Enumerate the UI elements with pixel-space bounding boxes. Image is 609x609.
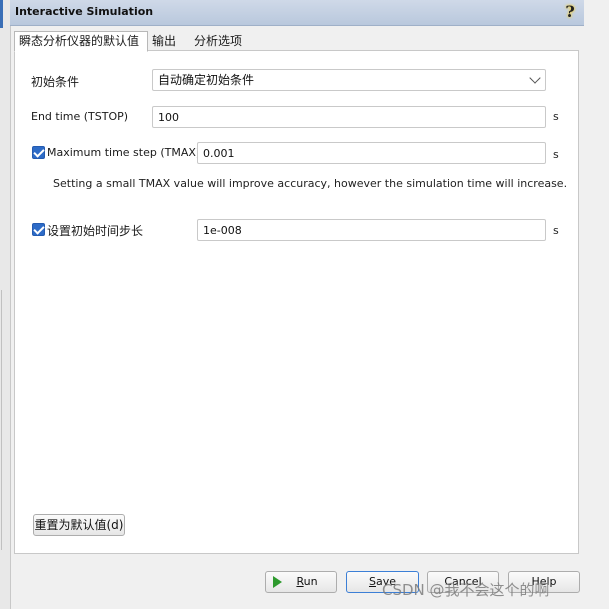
max-step-input[interactable] xyxy=(197,142,546,164)
initial-conditions-select[interactable]: 自动确定初始条件 xyxy=(152,69,546,91)
run-label: un xyxy=(303,575,318,588)
tab-transient-defaults[interactable]: 瞬态分析仪器的默认值 xyxy=(14,31,148,52)
left-edge-divider xyxy=(1,290,6,550)
initial-step-checkbox[interactable] xyxy=(32,223,45,236)
max-step-checkbox[interactable] xyxy=(32,146,45,159)
end-time-label: End time (TSTOP) xyxy=(31,110,129,123)
run-button[interactable]: Run xyxy=(265,571,337,593)
tab-analysis-options[interactable]: 分析选项 xyxy=(189,31,248,51)
settings-panel: 初始条件 自动确定初始条件 End time (TSTOP) s Maximum… xyxy=(14,50,579,554)
reset-defaults-button[interactable]: 重置为默认值(d) xyxy=(33,514,125,536)
tab-output[interactable]: 输出 xyxy=(147,31,182,51)
csdn-watermark: CSDN @我不会这个的啊 xyxy=(382,581,550,599)
help-question-icon[interactable]: ? xyxy=(562,3,578,21)
initial-step-input[interactable] xyxy=(197,219,546,241)
initial-conditions-label: 初始条件 xyxy=(31,75,80,89)
dialog-titlebar: Interactive Simulation ? xyxy=(10,0,584,26)
dialog-title: Interactive Simulation xyxy=(15,5,154,18)
checkmark-icon xyxy=(33,223,45,235)
save-underlined-letter: S xyxy=(368,575,376,588)
left-edge-accent xyxy=(0,0,3,28)
max-step-unit: s xyxy=(553,148,559,161)
checkmark-icon xyxy=(33,146,45,158)
initial-conditions-value: 自动确定初始条件 xyxy=(158,73,255,87)
chevron-down-icon xyxy=(529,72,541,84)
tmax-accuracy-note: Setting a small TMAX value will improve … xyxy=(53,177,568,190)
play-icon xyxy=(273,576,282,588)
run-underlined-letter: R xyxy=(296,575,304,588)
left-window-edge xyxy=(0,0,11,609)
max-step-label: Maximum time step (TMAX): xyxy=(47,146,204,159)
initial-step-label: 设置初始时间步长 xyxy=(47,224,144,238)
end-time-unit: s xyxy=(553,110,559,123)
initial-step-unit: s xyxy=(553,224,559,237)
end-time-input[interactable] xyxy=(152,106,546,128)
